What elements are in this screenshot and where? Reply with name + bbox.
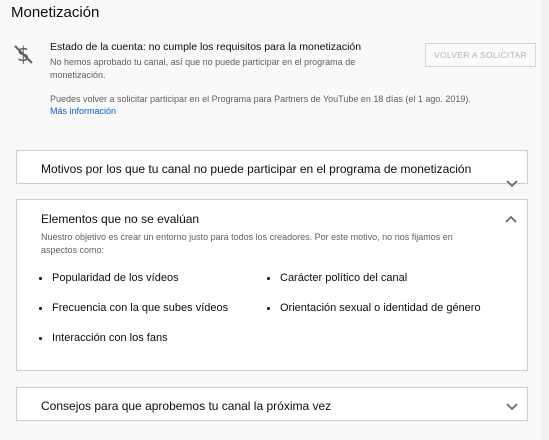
list-item: Carácter político del canal xyxy=(266,272,408,284)
account-status-description: No hemos aprobado tu canal, así que no p… xyxy=(50,57,356,80)
chevron-down-icon[interactable] xyxy=(506,180,518,188)
list-item: Orientación sexual o identidad de género xyxy=(267,302,481,314)
reapply-button[interactable]: VOLVER A SOLICITAR xyxy=(425,43,536,67)
account-status-title: Estado de la cuenta: no cumple los requi… xyxy=(50,41,362,53)
panel-not-evaluated[interactable]: Elementos que no se evalúan Nuestro obje… xyxy=(16,199,528,371)
panel-description: Nuestro objetivo es crear un entorno jus… xyxy=(41,232,453,255)
panel-title: Motivos por los que tu canal no puede pa… xyxy=(41,162,472,176)
more-info-link[interactable]: Más información xyxy=(50,106,116,116)
panel-title: Consejos para que aprobemos tu canal la … xyxy=(41,399,332,413)
no-money-icon: $ xyxy=(14,42,33,66)
reapply-note: Puedes volver a solicitar participar en … xyxy=(50,94,471,104)
list-item: Frecuencia con la que subes vídeos xyxy=(38,302,229,314)
list-item: Popularidad de los vídeos xyxy=(39,272,179,284)
panel-tips[interactable]: Consejos para que aprobemos tu canal la … xyxy=(16,387,528,421)
panel-title: Elementos que no se evalúan xyxy=(41,212,200,226)
page-title: Monetización xyxy=(11,4,100,21)
chevron-down-icon[interactable] xyxy=(506,403,518,411)
list-item: Interacción con los fans xyxy=(39,332,168,344)
chevron-up-icon[interactable] xyxy=(505,215,517,223)
panel-ineligible-reasons[interactable]: Motivos por los que tu canal no puede pa… xyxy=(16,150,528,188)
scrollbar[interactable] xyxy=(542,0,549,440)
